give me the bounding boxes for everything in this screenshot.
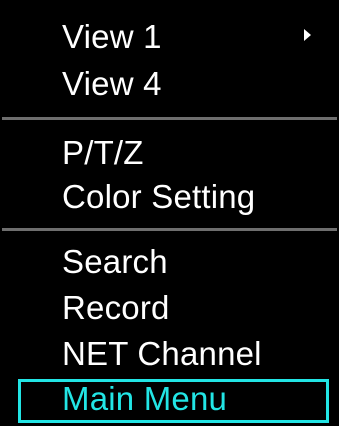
menu-item-main-menu[interactable]: Main Menu — [62, 374, 227, 424]
menu-item-label: Main Menu — [62, 380, 228, 417]
menu-item-search[interactable]: Search — [62, 237, 168, 287]
menu-item-ptz[interactable]: P/T/Z — [62, 128, 144, 178]
chevron-right-icon — [304, 29, 311, 41]
menu-divider — [2, 228, 337, 231]
menu-item-label: View 4 — [62, 65, 162, 102]
menu-item-view-4[interactable]: View 4 — [62, 59, 162, 109]
menu-item-view-1[interactable]: View 1 — [62, 12, 162, 62]
menu-divider — [2, 117, 337, 120]
menu-item-label: NET Channel — [62, 335, 262, 372]
menu-item-label: Record — [62, 289, 170, 326]
menu-item-color-setting[interactable]: Color Setting — [62, 172, 255, 222]
menu-item-label: P/T/Z — [62, 134, 144, 171]
menu-item-label: View 1 — [62, 18, 162, 55]
context-menu: View 1 View 4 P/T/Z Color Setting Search… — [0, 0, 339, 426]
menu-item-net-channel[interactable]: NET Channel — [62, 329, 262, 379]
menu-item-label: Color Setting — [62, 178, 256, 215]
menu-item-record[interactable]: Record — [62, 283, 170, 333]
menu-item-label: Search — [62, 243, 168, 280]
